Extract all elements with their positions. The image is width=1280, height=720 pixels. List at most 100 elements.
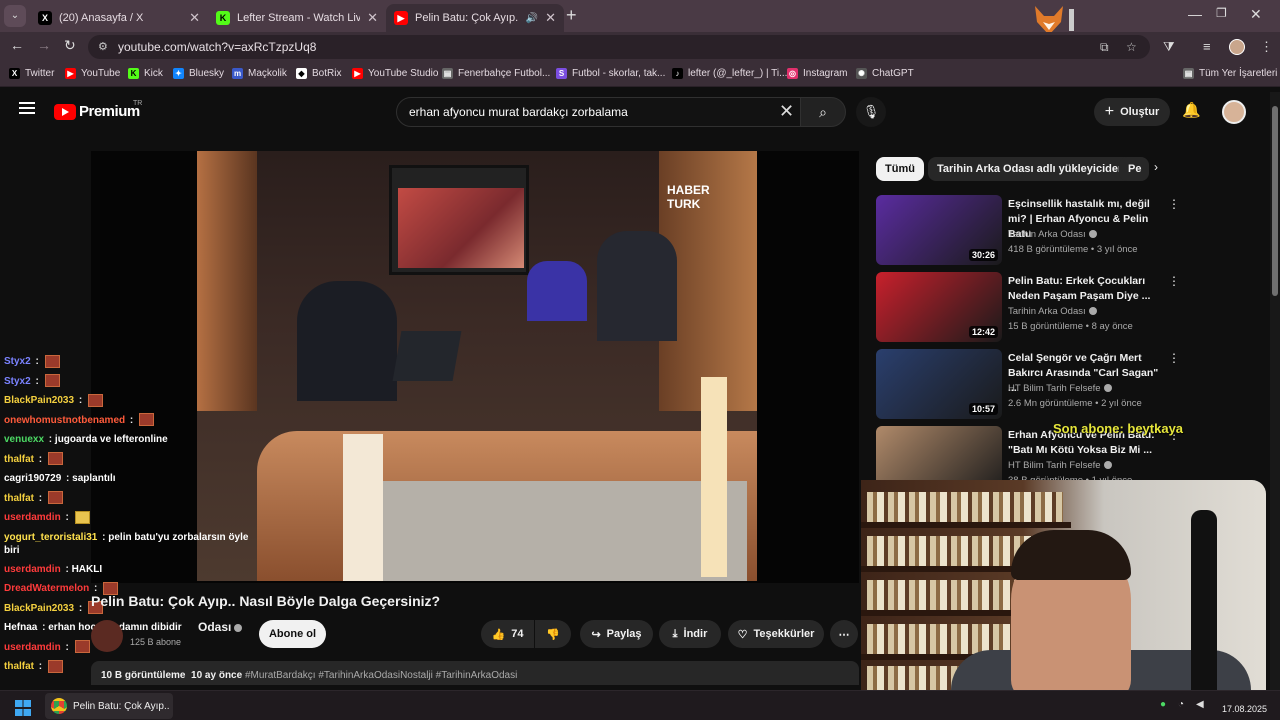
bookmark-youtube[interactable]: ▶ YouTube [65,68,120,79]
bluesky-icon: ✦ [173,68,184,79]
windows-start-icon[interactable] [15,700,31,716]
clear-search-icon[interactable]: ✕ [779,101,794,122]
guest-figure [297,281,397,401]
tray-app-icon[interactable]: ● [1160,699,1166,710]
create-button[interactable]: + Oluştur [1094,98,1170,126]
recommended-video[interactable]: 30:26 Eşcinsellik hastalık mı, değil mi? … [876,195,1186,265]
bookmark-tiktok[interactable]: ♪ lefter (@_lefter_) | Ti... [672,68,787,79]
recommended-channel[interactable]: Tarihin Arka Odası [1008,229,1097,240]
recommended-channel-name: Tarihin Arka Odası [1008,229,1086,240]
new-tab-icon[interactable]: + [566,5,577,26]
speaker-icon[interactable]: 🔊 [526,13,538,24]
tab-search-icon[interactable]: ⌄ [4,5,26,27]
chip-uploader[interactable]: Tarihin Arka Odası adlı yükleyiciden [928,157,1134,181]
bookmark-kick[interactable]: K Kick [128,68,163,79]
bookmark-star-icon[interactable]: ☆ [1126,40,1137,54]
taskbar-chrome-app[interactable]: Pelin Batu: Çok Ayıp.. Na [45,693,173,719]
wifi-icon[interactable]: ◔ [1178,699,1184,710]
video-thumbnail[interactable]: 30:26 [876,195,1002,265]
page-scrollbar[interactable] [1270,92,1280,690]
scrollbar-thumb[interactable] [1272,106,1278,296]
dislike-button[interactable]: 👎 [535,620,571,648]
download-button[interactable]: ⤓ İndir [659,620,721,648]
recommended-channel[interactable]: Tarihin Arka Odası [1008,306,1097,317]
recommended-channel[interactable]: HT Bilim Tarih Felsefe [1008,460,1112,471]
tab-x[interactable]: X (20) Anasayfa / X ✕ [30,4,208,32]
hamburger-menu-icon[interactable] [19,102,35,114]
bookmark-fenerbahce[interactable]: ▤ Fenerbahçe Futbol... [442,68,550,79]
reload-icon[interactable]: ↻ [64,37,76,54]
recommended-video-title[interactable]: Pelin Batu: Erkek Çocukları Neden Paşam … [1008,274,1168,304]
close-icon[interactable]: ✕ [545,10,556,26]
bookmark-twitter[interactable]: X Twitter [9,68,54,79]
search-query: erhan afyoncu murat bardakçı zorbalama [409,105,628,119]
chat-username: yogurt_teroristali31 [4,531,98,543]
recommended-video[interactable]: 12:42 Pelin Batu: Erkek Çocukları Neden P… [876,272,1186,342]
video-thumbnail[interactable]: 12:42 [876,272,1002,342]
bookmark-instagram[interactable]: ◎ Instagram [787,68,847,79]
search-input[interactable]: erhan afyoncu murat bardakçı zorbalama ✕ [396,97,804,127]
youtube-logo-icon[interactable] [54,104,76,120]
bookmark-label: Kick [144,68,163,79]
notifications-bell-icon[interactable]: 🔔 [1182,101,1201,119]
bookmark-bluesky[interactable]: ✦ Bluesky [173,68,224,79]
chat-separator: : [76,395,85,406]
chat-text: HAKLI [71,563,103,575]
back-icon[interactable]: ← [10,37,24,53]
profile-avatar[interactable] [1229,39,1245,55]
close-icon[interactable]: ✕ [189,10,200,26]
youtube-brand[interactable]: Premium [79,103,140,120]
more-options-icon[interactable]: ⋮ [1168,274,1180,288]
site-info-icon[interactable]: ⚙ [98,40,108,53]
bookmark-mackolik[interactable]: m Maçkolik [232,68,287,79]
youtube-studio-icon: ▶ [352,68,363,79]
chat-username: Styx2 [4,375,31,387]
url-text: youtube.com/watch?v=axRcTzpzUq8 [118,40,317,54]
description-box[interactable]: 10 B görüntüleme 10 ay önce #MuratBardak… [91,661,859,685]
channel-name[interactable]: Odası [198,620,243,634]
account-avatar[interactable] [1222,100,1246,124]
recommended-video[interactable]: 10:57 Celal Şengör ve Çağrı Mert Bakırcı … [876,349,1186,419]
more-options-icon[interactable]: ⋮ [1168,197,1180,211]
bookmark-flashscore[interactable]: S Futbol - skorlar, tak... [556,68,665,79]
screen: ⌄ X (20) Anasayfa / X ✕ K Lefter Stream … [0,0,1280,720]
all-bookmarks[interactable]: ▤ Tüm Yer İşaretleri [1183,68,1277,79]
voice-search-button[interactable]: 🎙 [856,97,886,127]
address-bar[interactable]: ⚙ youtube.com/watch?v=axRcTzpzUq8 ⧉ ☆ [88,35,1150,59]
extensions-icon[interactable]: ⧩ [1163,39,1175,55]
close-icon[interactable]: ✕ [367,10,378,26]
channel-avatar[interactable] [91,620,123,652]
tab-kick[interactable]: K Lefter Stream - Watch Live on K ✕ [208,4,386,32]
chip-all[interactable]: Tümü [876,157,924,181]
video-frame[interactable]: HABER TURK [197,151,757,581]
chevron-right-icon[interactable]: › [1154,160,1158,174]
more-options-icon[interactable]: ⋮ [1168,351,1180,365]
cast-icon[interactable]: ⧉ [1100,40,1109,55]
instagram-icon: ◎ [787,68,798,79]
chat-username: thalfat [4,453,34,465]
hashtags[interactable]: #MuratBardakçı #TarihinArkaOdasiNostalji… [245,670,517,681]
subscribe-button[interactable]: Abone ol [259,620,326,648]
media-control-icon[interactable]: ≡ [1203,39,1211,54]
forward-icon[interactable]: → [37,37,51,53]
restore-icon[interactable]: ❐ [1216,6,1227,20]
more-actions-button[interactable]: ⋯ [830,620,858,648]
share-button[interactable]: ↪ Paylaş [580,620,653,648]
chat-message: Styx2 : [4,372,254,392]
bookmark-botrix[interactable]: ◆ BotRix [296,68,341,79]
bookmark-chatgpt[interactable]: ✺ ChatGPT [856,68,914,79]
video-thumbnail[interactable]: 10:57 [876,349,1002,419]
menu-icon[interactable]: ⋮ [1260,39,1273,55]
search-button[interactable]: ⌕ [800,97,846,127]
bookmark-youtube-studio[interactable]: ▶ YouTube Studio [352,68,438,79]
recommended-channel[interactable]: HT Bilim Tarih Felsefe [1008,383,1112,394]
minimize-icon[interactable]: — [1188,6,1202,22]
video-thumbnail[interactable] [876,426,1002,480]
thanks-button[interactable]: ♡ Teşekkürler [728,620,824,648]
chip-more[interactable]: Pe [1119,157,1149,181]
close-window-icon[interactable]: ✕ [1250,6,1262,23]
volume-icon[interactable]: ◀ [1196,699,1204,710]
like-button[interactable]: 👍 74 [481,620,534,648]
tab-youtube[interactable]: ▶ Pelin Batu: Çok Ayıp.. Nasıl 🔊 ✕ [386,4,564,32]
chat-username: thalfat [4,492,34,504]
